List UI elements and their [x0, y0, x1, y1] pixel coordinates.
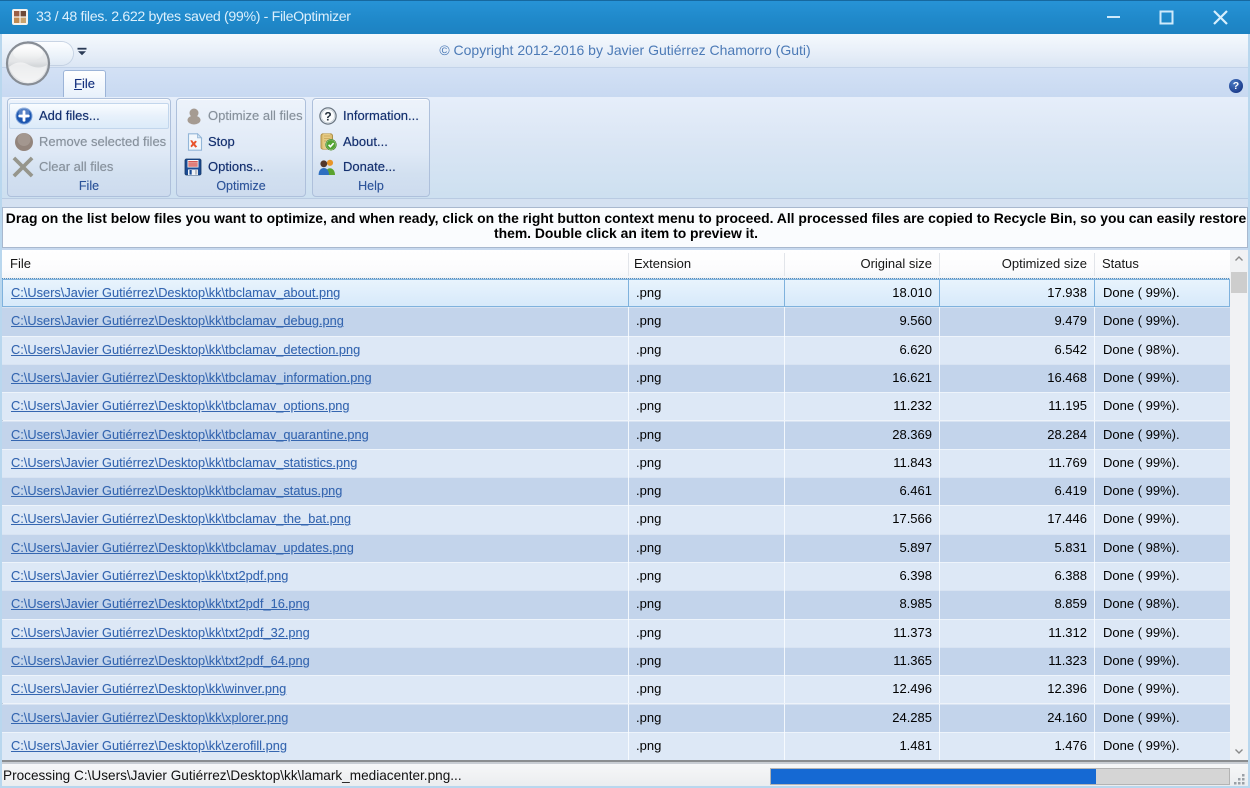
svg-text:?: ? [324, 109, 331, 123]
